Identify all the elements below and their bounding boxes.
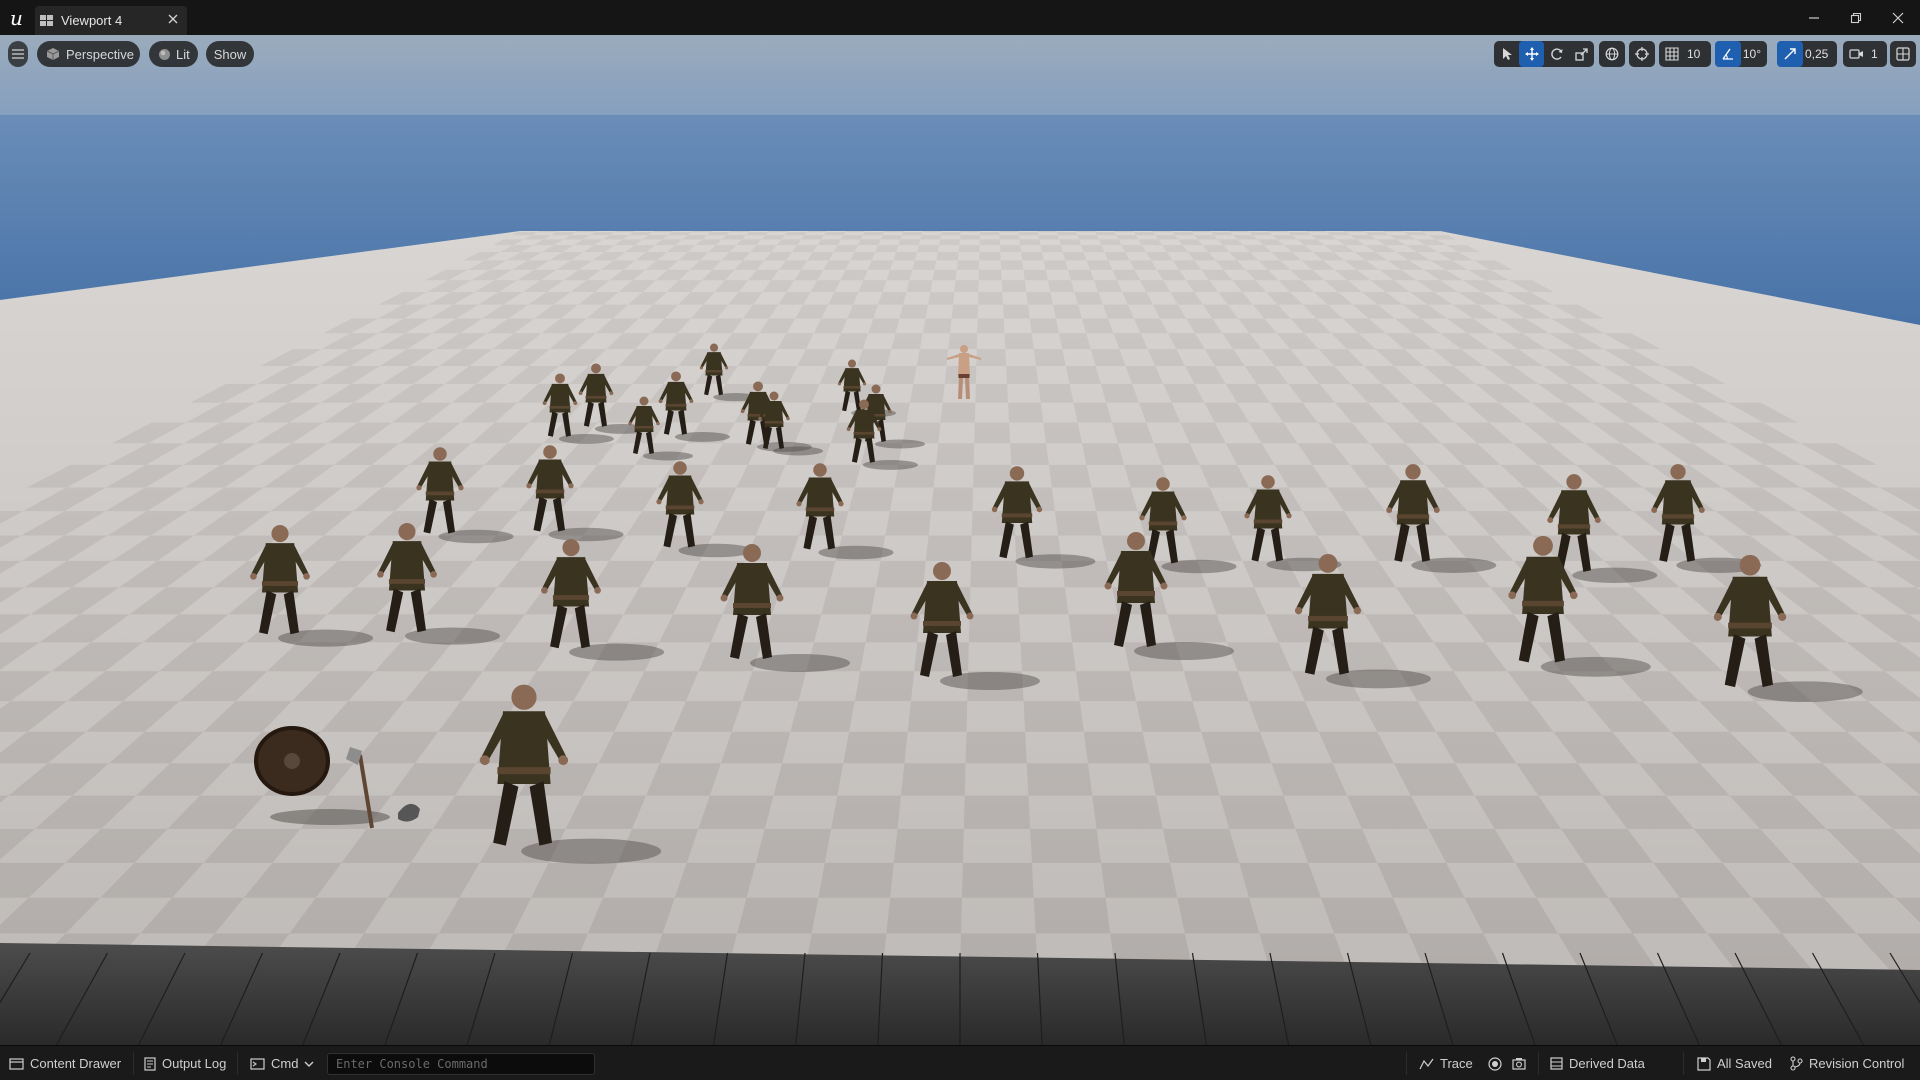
restore-button[interactable] bbox=[1836, 0, 1876, 35]
lit-label: Lit bbox=[176, 46, 190, 62]
grid-snap-icon bbox=[1665, 47, 1679, 61]
camera-speed-button[interactable]: 1 bbox=[1843, 41, 1887, 67]
lit-sphere-icon bbox=[159, 48, 170, 60]
svg-text:u: u bbox=[10, 6, 23, 28]
all-saved-button[interactable]: All Saved bbox=[1697, 1046, 1772, 1080]
viewport-scene[interactable] bbox=[0, 35, 1920, 1045]
translate-icon bbox=[1524, 47, 1539, 61]
viewport-layout-icon bbox=[1896, 47, 1910, 61]
cube-icon bbox=[46, 48, 60, 60]
record-trace-button[interactable] bbox=[1488, 1046, 1508, 1080]
level-viewport[interactable]: Perspective Lit Show 10 10° 0,25 1 bbox=[0, 35, 1920, 1045]
minimize-button[interactable] bbox=[1794, 0, 1834, 35]
grid-snap-value: 10 bbox=[1687, 47, 1701, 61]
trace-label: Trace bbox=[1440, 1056, 1473, 1071]
trace-button[interactable]: Trace bbox=[1419, 1046, 1473, 1080]
tab-title: Viewport 4 bbox=[61, 13, 123, 28]
tab-close-icon[interactable] bbox=[167, 13, 179, 25]
output-log-icon bbox=[144, 1056, 156, 1071]
camera-speed-value: 1 bbox=[1871, 47, 1878, 61]
unreal-logo-icon[interactable]: u bbox=[8, 6, 30, 28]
hamburger-menu-icon bbox=[12, 49, 24, 59]
revision-control-icon bbox=[1790, 1056, 1803, 1071]
world-local-toggle[interactable] bbox=[1599, 41, 1625, 67]
rotation-snap-button[interactable]: 10° bbox=[1715, 41, 1767, 67]
minimize-icon bbox=[1809, 16, 1819, 19]
unreal-editor-window: u Viewport 4 Perspective Lit Show 10 10°… bbox=[0, 0, 1920, 1080]
rotate-icon bbox=[1550, 48, 1562, 60]
output-log-button[interactable]: Output Log bbox=[144, 1046, 226, 1080]
scale-icon bbox=[1574, 48, 1588, 61]
trace-icon bbox=[1419, 1058, 1434, 1069]
all-saved-label: All Saved bbox=[1717, 1056, 1772, 1071]
grid-snap-button[interactable]: 10 bbox=[1659, 41, 1711, 67]
transform-tools-group bbox=[1494, 41, 1594, 67]
translate-tool-button[interactable] bbox=[1519, 41, 1544, 67]
restore-icon bbox=[1850, 12, 1862, 23]
select-arrow-icon bbox=[1502, 48, 1512, 60]
show-button[interactable]: Show bbox=[206, 41, 254, 67]
rotation-snap-value: 10° bbox=[1742, 47, 1761, 61]
angle-snap-icon bbox=[1722, 48, 1733, 60]
terminal-icon bbox=[250, 1057, 265, 1070]
content-drawer-icon bbox=[9, 1058, 24, 1070]
scale-tool-button[interactable] bbox=[1569, 41, 1594, 67]
revision-control-label: Revision Control bbox=[1809, 1056, 1905, 1071]
perspective-button[interactable]: Perspective bbox=[37, 41, 140, 67]
output-log-label: Output Log bbox=[162, 1056, 227, 1071]
viewport-layout-button[interactable] bbox=[1890, 41, 1916, 67]
lit-button[interactable]: Lit bbox=[149, 41, 198, 67]
scale-snap-value: 0,25 bbox=[1805, 47, 1829, 61]
save-icon bbox=[1697, 1056, 1711, 1071]
chevron-down-icon bbox=[304, 1061, 314, 1067]
surface-snap-icon bbox=[1635, 47, 1649, 61]
camera-icon bbox=[1848, 49, 1863, 59]
rotate-tool-button[interactable] bbox=[1544, 41, 1569, 67]
console-command-input[interactable] bbox=[327, 1053, 595, 1075]
scale-snap-icon bbox=[1784, 48, 1796, 60]
close-window-button[interactable] bbox=[1878, 0, 1918, 35]
select-tool-button[interactable] bbox=[1494, 41, 1519, 67]
surface-snapping-button[interactable] bbox=[1629, 41, 1655, 67]
derived-data-button[interactable]: Derived Data bbox=[1550, 1046, 1645, 1080]
title-bar: u Viewport 4 bbox=[0, 0, 1920, 36]
content-drawer-button[interactable]: Content Drawer bbox=[9, 1046, 121, 1080]
cmd-label: Cmd bbox=[271, 1056, 299, 1071]
status-bar: Content Drawer Output Log Cmd Trace Deri… bbox=[0, 1045, 1920, 1080]
cmd-dropdown[interactable]: Cmd bbox=[250, 1046, 314, 1080]
content-drawer-label: Content Drawer bbox=[30, 1056, 122, 1071]
show-label: Show bbox=[213, 46, 247, 62]
derived-data-icon bbox=[1550, 1057, 1563, 1070]
close-icon bbox=[1892, 12, 1904, 23]
record-icon bbox=[1488, 1056, 1502, 1071]
revision-control-button[interactable]: Revision Control bbox=[1790, 1046, 1904, 1080]
viewport-options-button[interactable] bbox=[8, 41, 28, 67]
tab-viewport[interactable]: Viewport 4 bbox=[35, 6, 187, 35]
perspective-label: Perspective bbox=[66, 46, 134, 62]
scale-snap-button[interactable]: 0,25 bbox=[1777, 41, 1837, 67]
derived-data-label: Derived Data bbox=[1569, 1056, 1645, 1071]
screenshot-icon bbox=[1512, 1058, 1526, 1070]
screenshot-button[interactable] bbox=[1512, 1046, 1532, 1080]
viewport-tab-icon bbox=[40, 15, 53, 26]
globe-icon bbox=[1605, 47, 1619, 61]
